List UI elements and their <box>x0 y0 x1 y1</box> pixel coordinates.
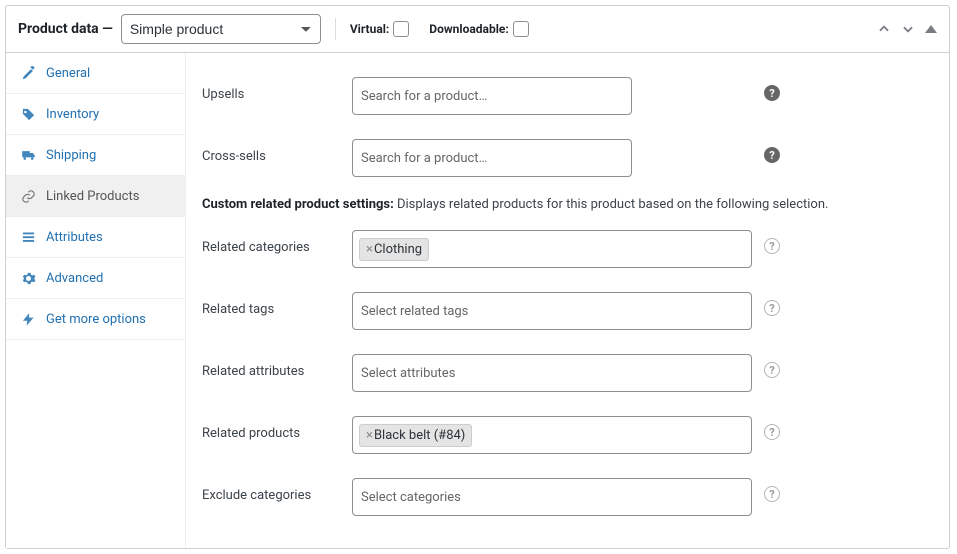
help-icon: ? <box>764 85 780 101</box>
sidebar-item-shipping[interactable]: Shipping <box>6 135 185 176</box>
custom-related-heading-text: Displays related products for this produ… <box>394 197 829 212</box>
sidebar-item-attributes[interactable]: Attributes <box>6 217 185 258</box>
related-categories-row: Related categories × Clothing ? <box>202 218 933 280</box>
related-tags-label: Related tags <box>202 292 352 317</box>
related-products-input[interactable]: × Black belt (#84) <box>352 416 752 454</box>
panel-controls <box>877 21 937 37</box>
help-icon: ? <box>764 238 780 254</box>
help-icon: ? <box>764 424 780 440</box>
gear-icon <box>20 270 36 286</box>
sidebar-item-linked-products[interactable]: Linked Products <box>6 176 185 217</box>
related-tags-help[interactable]: ? <box>764 300 780 316</box>
collapse-button[interactable] <box>925 21 937 37</box>
panel-header: Product data — Simple product Virtual: D… <box>6 6 949 53</box>
related-attributes-input[interactable]: Select attributes <box>352 354 752 392</box>
remove-chip-icon[interactable]: × <box>366 428 373 443</box>
upsells-row: Upsells Search for a product… ? <box>202 65 933 127</box>
move-down-button[interactable] <box>901 21 915 37</box>
sidebar-item-general[interactable]: General <box>6 53 185 94</box>
remove-chip-icon[interactable]: × <box>366 242 373 257</box>
related-attributes-row: Related attributes Select attributes ? <box>202 342 933 404</box>
related-attributes-placeholder: Select attributes <box>359 360 457 387</box>
product-data-panel: Product data — Simple product Virtual: D… <box>5 5 950 549</box>
related-categories-input[interactable]: × Clothing <box>352 230 752 268</box>
chip-black-belt: × Black belt (#84) <box>359 424 472 447</box>
product-type-select[interactable]: Simple product <box>121 14 321 44</box>
virtual-checkbox[interactable] <box>393 21 409 37</box>
custom-related-heading-bold: Custom related product settings: <box>202 197 394 212</box>
chevron-up-icon <box>925 25 937 33</box>
chip-label: Clothing <box>374 242 422 257</box>
move-up-button[interactable] <box>877 21 891 37</box>
crosssells-input[interactable]: Search for a product… <box>352 139 632 177</box>
exclude-categories-placeholder: Select categories <box>359 484 463 511</box>
chip-label: Black belt (#84) <box>374 428 465 443</box>
crosssells-placeholder: Search for a product… <box>359 145 489 172</box>
help-icon: ? <box>764 147 780 163</box>
exclude-categories-row: Exclude categories Select categories ? <box>202 466 933 528</box>
exclude-categories-help[interactable]: ? <box>764 486 780 502</box>
lightning-icon <box>20 311 36 327</box>
help-icon: ? <box>764 486 780 502</box>
crosssells-row: Cross-sells Search for a product… ? <box>202 127 933 189</box>
related-tags-row: Related tags Select related tags ? <box>202 280 933 342</box>
sidebar-item-get-more-options[interactable]: Get more options <box>6 299 185 340</box>
exclude-categories-label: Exclude categories <box>202 478 352 503</box>
help-icon: ? <box>764 300 780 316</box>
linked-products-content: Upsells Search for a product… ? Cross-se… <box>186 53 949 548</box>
related-categories-label: Related categories <box>202 230 352 255</box>
related-products-label: Related products <box>202 416 352 441</box>
sidebar-item-label: Inventory <box>46 107 99 122</box>
downloadable-checkbox[interactable] <box>513 21 529 37</box>
sidebar-item-label: Attributes <box>46 230 103 245</box>
crosssells-help[interactable]: ? <box>764 147 780 163</box>
downloadable-label: Downloadable: <box>429 22 508 36</box>
related-tags-placeholder: Select related tags <box>359 298 470 325</box>
related-categories-help[interactable]: ? <box>764 238 780 254</box>
truck-icon <box>20 147 36 163</box>
help-icon: ? <box>764 362 780 378</box>
related-attributes-label: Related attributes <box>202 354 352 379</box>
sidebar-item-label: General <box>46 66 90 81</box>
upsells-input[interactable]: Search for a product… <box>352 77 632 115</box>
downloadable-toggle[interactable]: Downloadable: <box>429 21 528 37</box>
sidebar-item-advanced[interactable]: Advanced <box>6 258 185 299</box>
list-icon <box>20 229 36 245</box>
product-tabs-sidebar: General Inventory Shipping Linked Produc… <box>6 53 186 548</box>
sidebar-item-inventory[interactable]: Inventory <box>6 94 185 135</box>
virtual-toggle[interactable]: Virtual: <box>350 21 409 37</box>
exclude-categories-input[interactable]: Select categories <box>352 478 752 516</box>
chip-clothing: × Clothing <box>359 238 429 261</box>
sidebar-item-label: Get more options <box>46 312 146 327</box>
panel-title: Product data — <box>18 21 113 37</box>
wrench-icon <box>20 65 36 81</box>
upsells-help[interactable]: ? <box>764 85 780 101</box>
crosssells-label: Cross-sells <box>202 139 352 164</box>
related-products-row: Related products × Black belt (#84) ? <box>202 404 933 466</box>
custom-related-heading: Custom related product settings: Display… <box>202 197 933 212</box>
link-icon <box>20 188 36 204</box>
related-tags-input[interactable]: Select related tags <box>352 292 752 330</box>
upsells-placeholder: Search for a product… <box>359 83 489 110</box>
sidebar-item-label: Shipping <box>46 148 96 163</box>
tag-icon <box>20 106 36 122</box>
sidebar-item-label: Linked Products <box>46 189 139 204</box>
upsells-label: Upsells <box>202 77 352 102</box>
virtual-label: Virtual: <box>350 22 389 36</box>
separator <box>335 18 336 40</box>
related-attributes-help[interactable]: ? <box>764 362 780 378</box>
sidebar-item-label: Advanced <box>46 271 103 286</box>
related-products-help[interactable]: ? <box>764 424 780 440</box>
